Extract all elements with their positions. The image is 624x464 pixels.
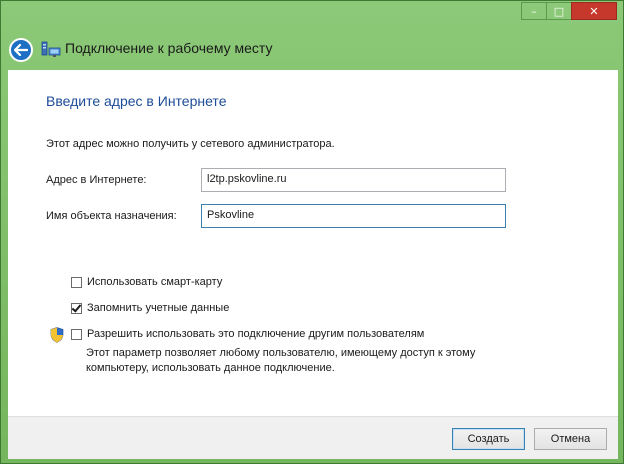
caption-buttons: – □ ✕ bbox=[521, 2, 617, 20]
page-heading: Введите адрес в Интернете bbox=[46, 93, 227, 109]
close-button[interactable]: ✕ bbox=[571, 2, 617, 20]
allow-other-users-checkbox-label: Разрешить использовать это подключение д… bbox=[87, 328, 425, 340]
info-text: Этот адрес можно получить у сетевого адм… bbox=[46, 138, 335, 150]
remember-credentials-checkbox-row[interactable]: Запомнить учетные данные bbox=[71, 302, 229, 314]
wizard-footer: Создать Отмена bbox=[8, 416, 618, 459]
network-workplace-icon bbox=[41, 41, 61, 57]
remember-credentials-checkbox[interactable] bbox=[71, 302, 82, 314]
maximize-button[interactable]: □ bbox=[546, 2, 572, 20]
allow-other-users-checkbox-row[interactable]: Разрешить использовать это подключение д… bbox=[71, 328, 424, 340]
uac-shield-icon bbox=[50, 327, 64, 343]
smartcard-checkbox-row[interactable]: Использовать смарт-карту bbox=[71, 276, 222, 288]
destination-name-label: Имя объекта назначения: bbox=[46, 210, 177, 222]
allow-other-users-description: Этот параметр позволяет любому пользоват… bbox=[86, 347, 476, 374]
create-button[interactable]: Создать bbox=[452, 428, 525, 450]
window-title: Подключение к рабочему месту bbox=[65, 40, 273, 56]
minimize-button[interactable]: – bbox=[521, 2, 547, 20]
internet-address-input[interactable]: l2tp.pskovline.ru bbox=[201, 168, 506, 192]
cancel-button[interactable]: Отмена bbox=[534, 428, 607, 450]
back-button[interactable] bbox=[9, 38, 33, 62]
wizard-content: Введите адрес в Интернете Этот адрес мож… bbox=[8, 70, 618, 416]
arrow-left-icon bbox=[14, 44, 28, 56]
remember-credentials-checkbox-label: Запомнить учетные данные bbox=[87, 302, 230, 314]
internet-address-label: Адрес в Интернете: bbox=[46, 174, 147, 186]
allow-other-users-checkbox[interactable] bbox=[71, 328, 82, 340]
smartcard-checkbox-label: Использовать смарт-карту bbox=[87, 276, 223, 288]
smartcard-checkbox[interactable] bbox=[71, 276, 82, 288]
window-frame: – □ ✕ Подключение к рабочему месту Введи… bbox=[0, 0, 624, 464]
destination-name-input[interactable]: Pskovline bbox=[201, 204, 506, 228]
